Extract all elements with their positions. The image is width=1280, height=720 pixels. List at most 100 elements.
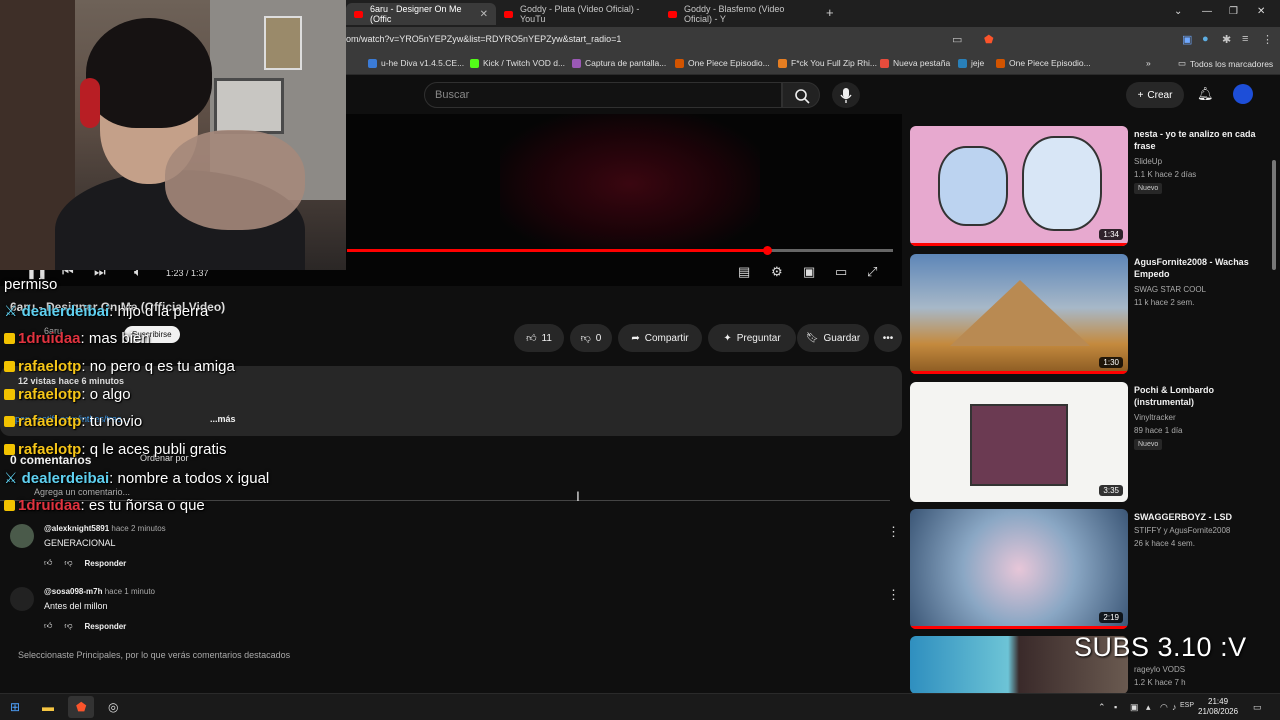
search-button[interactable] [782, 82, 820, 108]
extension-icon[interactable]: ▣ [1182, 33, 1192, 46]
new-tab-button[interactable]: + [826, 5, 834, 20]
tab-plata[interactable]: Goddy - Plata (Video Oficial) - YouTu [496, 3, 658, 25]
video-thumbnail[interactable]: 1:34 [910, 126, 1128, 246]
language-indicator[interactable]: ESP [1180, 702, 1194, 709]
channel-name[interactable]: SlideUp [1134, 157, 1162, 166]
obs-icon[interactable]: ◎ [108, 700, 118, 714]
bookmark-icon [572, 58, 581, 68]
fullscreen-icon[interactable]: ⤢ [867, 264, 877, 280]
brave-shield-icon[interactable]: ⬟ [984, 33, 994, 46]
chat-message: rafaelotp: tu novio [4, 413, 142, 430]
reply-button[interactable]: Responder [85, 622, 127, 631]
thumbs-down-icon[interactable]: 👎︎ [64, 558, 72, 568]
video-title[interactable]: nesta - yo te analizo en cada frase [1134, 128, 1262, 152]
tray-icon[interactable]: ▴ [1146, 702, 1151, 713]
search-input[interactable]: Buscar [424, 82, 782, 108]
tab-blasfemo[interactable]: Goddy - Blasfemo (Video Oficial) - Y [660, 3, 822, 25]
brave-browser-icon[interactable]: ⬟ [76, 700, 86, 714]
tray-chevron-icon[interactable]: ⌃ [1098, 702, 1106, 713]
cast-icon[interactable]: ▭ [835, 264, 847, 280]
all-bookmarks-button[interactable]: ▭ Todos los marcadores [1178, 58, 1273, 69]
screen-icon[interactable]: ▭ [952, 33, 962, 46]
thumbs-down-icon[interactable]: 👎︎ [64, 621, 72, 631]
create-button[interactable]: + Crear [1126, 82, 1184, 108]
video-thumbnail[interactable]: 1:30 [910, 254, 1128, 374]
channel-name[interactable]: Vinyltracker [1134, 413, 1176, 422]
file-explorer-icon[interactable]: ▬ [42, 700, 54, 714]
bookmark-item[interactable]: One Piece Episodio... [675, 58, 770, 68]
video-progress-bar[interactable] [347, 246, 893, 255]
url-field[interactable]: om/watch?v=YRO5nYEPZyw&list=RDYRO5nYEPZy… [346, 34, 621, 44]
kebab-icon[interactable]: ⋮ [1262, 33, 1273, 46]
notifications-bell-icon[interactable]: 🔔︎ [1197, 86, 1214, 102]
ask-button[interactable]: ✦ Preguntar [708, 324, 796, 352]
bookmark-icon [470, 58, 479, 68]
system-clock[interactable]: 21:49 21/08/2026 [1198, 697, 1238, 717]
avatar[interactable] [10, 587, 34, 611]
video-stats: 1.1 K hace 2 días [1134, 170, 1197, 179]
tab-search-icon[interactable]: ⌄ [1174, 6, 1182, 17]
maximize-icon[interactable]: ❐ [1229, 6, 1238, 17]
youtube-icon [504, 10, 513, 18]
bookmark-item[interactable]: Kick / Twitch VOD d... [470, 58, 565, 68]
bookmark-item[interactable]: Nueva pestaña [880, 58, 950, 68]
bookmark-item[interactable]: u-he Diva v1.4.5.CE... [368, 58, 464, 68]
video-stats: 11 k hace 2 sem. [1134, 298, 1195, 307]
bookmark-icon [996, 58, 1005, 68]
menu-icon[interactable]: ≡ [1242, 33, 1248, 45]
video-title[interactable]: Pochi & Lombardo (instrumental) [1134, 384, 1262, 408]
channel-name[interactable]: rageylo VODS [1134, 665, 1185, 674]
video-thumbnail[interactable]: 2:19 [910, 509, 1128, 629]
video-title[interactable]: AgusFornite2008 - Wachas Empedo [1134, 256, 1262, 280]
bookmark-icon [880, 58, 889, 68]
bookmark-item[interactable]: F*ck You Full Zip Rhi... [778, 58, 877, 68]
youtube-icon [668, 10, 677, 18]
chat-message: rafaelotp: q le aces publi gratis [4, 441, 226, 458]
tab-designer-on-me[interactable]: 6aru - Designer On Me (Offic ✕ [346, 3, 496, 25]
avatar[interactable] [1233, 84, 1253, 104]
watched-bar [910, 626, 1128, 629]
video-thumbnail[interactable]: 3:35 [910, 382, 1128, 502]
sidebar-scrollbar[interactable] [1272, 160, 1276, 270]
windows-taskbar: ⊞ ▬ ⬟ ◎ ⌃ ▪ ▣ ▴ ◠ ♪ ESP 21:49 21/08/2026 … [0, 693, 1280, 720]
comment-menu-icon[interactable]: ⋮ [887, 524, 900, 540]
close-tab-icon[interactable]: ✕ [480, 9, 488, 20]
bookmark-item[interactable]: Captura de pantalla... [572, 58, 666, 68]
video-stats: 1.2 K hace 7 h [1134, 678, 1186, 687]
crown-badge-icon [4, 444, 15, 455]
bookmarks-more-button[interactable]: » [1146, 58, 1151, 68]
bookmark-item[interactable]: jeje [958, 58, 984, 68]
tray-icon[interactable]: ▣ [1130, 702, 1139, 713]
bookmark-item[interactable]: One Piece Episodio... [996, 58, 1091, 68]
wallet-icon[interactable]: ● [1202, 33, 1209, 45]
avatar[interactable] [10, 524, 34, 548]
close-window-icon[interactable]: ✕ [1257, 6, 1265, 17]
voice-search-button[interactable] [832, 82, 860, 108]
chat-message: rafaelotp: no pero q es tu amiga [4, 358, 235, 375]
share-button[interactable]: ➦ Compartir [618, 324, 702, 352]
thumbs-up-icon[interactable]: 👍︎ [44, 558, 52, 568]
channel-name[interactable]: SWAG STAR COOL [1134, 285, 1206, 294]
more-actions-button[interactable]: ••• [874, 324, 902, 352]
reply-button[interactable]: Responder [85, 559, 127, 568]
dislike-button[interactable]: 👎︎ 0 [570, 324, 612, 352]
wifi-icon[interactable]: ◠ [1160, 702, 1168, 713]
minimize-icon[interactable]: — [1202, 6, 1212, 17]
comment-menu-icon[interactable]: ⋮ [887, 587, 900, 603]
comment-author[interactable]: @sosa098-m7h [44, 587, 103, 596]
video-title[interactable]: SWAGGERBOYZ - LSD [1134, 511, 1262, 523]
windows-start-icon[interactable]: ⊞ [10, 700, 20, 714]
puzzle-icon[interactable]: ✱ [1222, 33, 1231, 46]
volume-tray-icon[interactable]: ♪ [1172, 702, 1177, 712]
subtitles-icon[interactable]: ▤ [738, 264, 750, 280]
new-badge: Nuevo [1134, 439, 1163, 450]
notification-center-icon[interactable]: ▭ [1253, 702, 1262, 713]
miniplayer-icon[interactable]: ▣ [803, 264, 815, 280]
channel-name[interactable]: STIFFY y AgusFornite2008 [1134, 526, 1230, 535]
plus-icon: + [1137, 89, 1144, 101]
settings-gear-icon[interactable]: ⚙︎ [771, 264, 783, 280]
thumbs-up-icon[interactable]: 👍︎ [44, 621, 52, 631]
save-button[interactable]: 🔖︎ Guardar [797, 324, 869, 352]
stream-chat-overlay: permiso ⚔︎ dealerdeibai: hijo d la perra… [0, 276, 560, 526]
tray-icon[interactable]: ▪ [1114, 702, 1117, 712]
